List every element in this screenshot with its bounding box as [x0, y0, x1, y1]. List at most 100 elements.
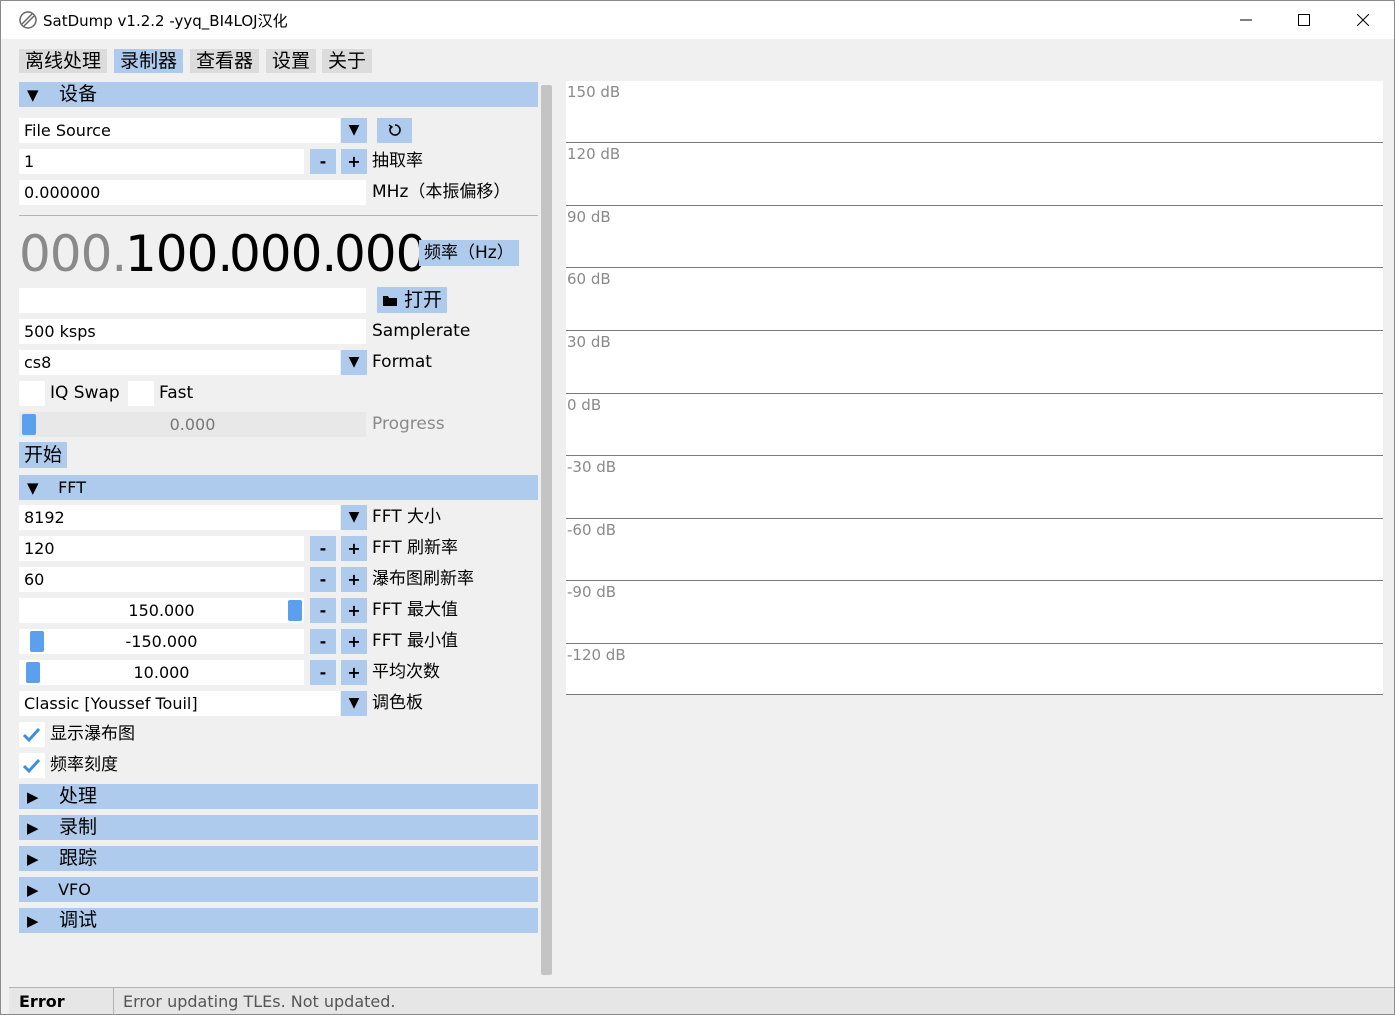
file-path-input[interactable] [19, 288, 366, 313]
fft-rate-input[interactable]: 120 [19, 536, 304, 561]
tab-about[interactable]: 关于 [322, 49, 373, 73]
fft-max-minus-button[interactable]: - [310, 598, 336, 623]
show-waterfall-label: 显示瀑布图 [50, 724, 135, 744]
device-divider [19, 215, 538, 216]
samplerate-input[interactable]: 500 ksps [19, 319, 366, 344]
fft-min-minus-button[interactable]: - [310, 629, 336, 654]
decimation-label: 抽取率 [372, 151, 423, 171]
minimize-button[interactable] [1217, 1, 1275, 39]
fft-max-label: FFT 最大值 [372, 600, 459, 620]
format-label: Format [372, 352, 432, 372]
frequency-digits-ghz[interactable]: 000. [19, 226, 127, 282]
waterfall-rate-minus-button[interactable]: - [310, 567, 336, 592]
fft-min-label: FFT 最小值 [372, 631, 459, 651]
fft-rate-plus-button[interactable]: + [341, 536, 367, 561]
format-dropdown-button[interactable]: ▼ [341, 350, 367, 375]
dropdown-arrow-icon: ▼ [348, 695, 360, 711]
expand-right-icon: ▶ [27, 819, 39, 837]
processing-section-header[interactable]: ▶ 处理 [19, 784, 538, 809]
fast-checkbox[interactable] [128, 381, 154, 406]
db-grid-line [566, 205, 1383, 206]
dropdown-arrow-icon: ▼ [348, 122, 360, 138]
fft-size-select[interactable]: 8192 [19, 505, 340, 530]
db-grid-line [566, 580, 1383, 581]
open-file-button[interactable]: 打开 [377, 287, 448, 313]
expand-right-icon: ▶ [27, 788, 39, 806]
waterfall-rate-input[interactable]: 60 [19, 567, 304, 592]
fft-size-dropdown-button[interactable]: ▼ [341, 505, 367, 530]
tab-viewer[interactable]: 查看器 [190, 49, 260, 73]
checkmark-icon [22, 758, 41, 774]
fft-max-slider[interactable]: 150.000 [19, 598, 304, 623]
expand-right-icon: ▶ [27, 912, 39, 930]
maximize-button[interactable] [1275, 1, 1333, 39]
fft-min-plus-button[interactable]: + [341, 629, 367, 654]
palette-dropdown-button[interactable]: ▼ [341, 691, 367, 716]
fft-min-slider-handle[interactable] [30, 631, 44, 652]
processing-section-title: 处理 [59, 785, 98, 807]
panel-scrollbar-thumb[interactable] [541, 85, 552, 975]
waterfall-rate-plus-button[interactable]: + [341, 567, 367, 592]
recording-section-header[interactable]: ▶ 录制 [19, 815, 538, 840]
vfo-section-title: VFO [58, 880, 91, 899]
tab-offline-processing[interactable]: 离线处理 [19, 49, 108, 73]
frequency-digits-hz[interactable]: 000 [334, 226, 427, 282]
fft-section-header[interactable]: ▼ FFT [19, 475, 538, 500]
fft-rate-minus-button[interactable]: - [310, 536, 336, 561]
db-grid-line [566, 518, 1383, 519]
decimation-minus-button[interactable]: - [310, 149, 336, 174]
window-title: SatDump v1.2.2 -yyq_BI4LOJ汉化 [43, 12, 288, 30]
satdump-app-icon [19, 11, 37, 29]
db-grid-line [566, 267, 1383, 268]
db-tick-label: 60 dB [567, 270, 611, 288]
status-bar: Error Error updating TLEs. Not updated. [9, 987, 1394, 1015]
freq-scale-checkbox[interactable] [19, 753, 45, 778]
samplerate-label: Samplerate [372, 321, 471, 341]
averaging-slider-handle[interactable] [26, 662, 40, 683]
lo-offset-label: MHz（本振偏移） [372, 182, 511, 202]
iq-swap-checkbox[interactable] [19, 381, 45, 406]
fft-min-slider[interactable]: -150.000 [19, 629, 304, 654]
tracking-section-header[interactable]: ▶ 跟踪 [19, 846, 538, 871]
iq-swap-label: IQ Swap [50, 383, 120, 403]
debug-section-title: 调试 [59, 909, 98, 931]
db-tick-label: 150 dB [567, 83, 621, 101]
device-section-header[interactable]: ▼ 设备 [19, 82, 538, 107]
db-tick-label: 120 dB [567, 145, 621, 163]
debug-section-header[interactable]: ▶ 调试 [19, 908, 538, 933]
lo-offset-input[interactable]: 0.000000 [19, 180, 366, 205]
frequency-unit-label: 频率（Hz） [419, 240, 519, 266]
fft-spectrum-plot[interactable]: 150 dB 120 dB 90 dB 60 dB 30 dB 0 dB -30… [566, 81, 1383, 695]
db-tick-label: 30 dB [567, 333, 611, 351]
palette-select[interactable]: Classic [Youssef Touil] [19, 691, 340, 716]
decimation-plus-button[interactable]: + [341, 149, 367, 174]
tab-settings[interactable]: 设置 [266, 49, 317, 73]
source-dropdown-button[interactable]: ▼ [341, 118, 367, 143]
tab-recorder[interactable]: 录制器 [114, 49, 184, 73]
decimation-input[interactable]: 1 [19, 149, 304, 174]
fft-max-slider-handle[interactable] [288, 600, 302, 621]
db-grid-line [566, 330, 1383, 331]
collapse-down-icon: ▼ [27, 479, 39, 497]
vfo-section-header[interactable]: ▶ VFO [19, 877, 538, 902]
close-button[interactable] [1334, 1, 1392, 39]
start-button[interactable]: 开始 [19, 442, 68, 468]
refresh-icon [388, 124, 401, 136]
refresh-sources-button[interactable] [377, 118, 412, 143]
device-section-title: 设备 [59, 83, 98, 105]
expand-right-icon: ▶ [27, 850, 39, 868]
show-waterfall-checkbox[interactable] [19, 722, 45, 747]
progress-slider-handle[interactable] [22, 414, 36, 435]
averaging-plus-button[interactable]: + [341, 660, 367, 685]
fft-max-plus-button[interactable]: + [341, 598, 367, 623]
format-select[interactable]: cs8 [19, 350, 340, 375]
frequency-digits-mhz[interactable]: 100. [125, 226, 233, 282]
averaging-slider[interactable]: 10.000 [19, 660, 304, 685]
progress-slider[interactable]: 0.000 [19, 412, 366, 437]
db-grid-line [566, 142, 1383, 143]
source-select[interactable]: File Source [19, 118, 340, 143]
progress-label: Progress [372, 414, 445, 434]
fft-section-title: FFT [58, 478, 86, 497]
frequency-digits-khz[interactable]: 000. [229, 226, 337, 282]
averaging-minus-button[interactable]: - [310, 660, 336, 685]
